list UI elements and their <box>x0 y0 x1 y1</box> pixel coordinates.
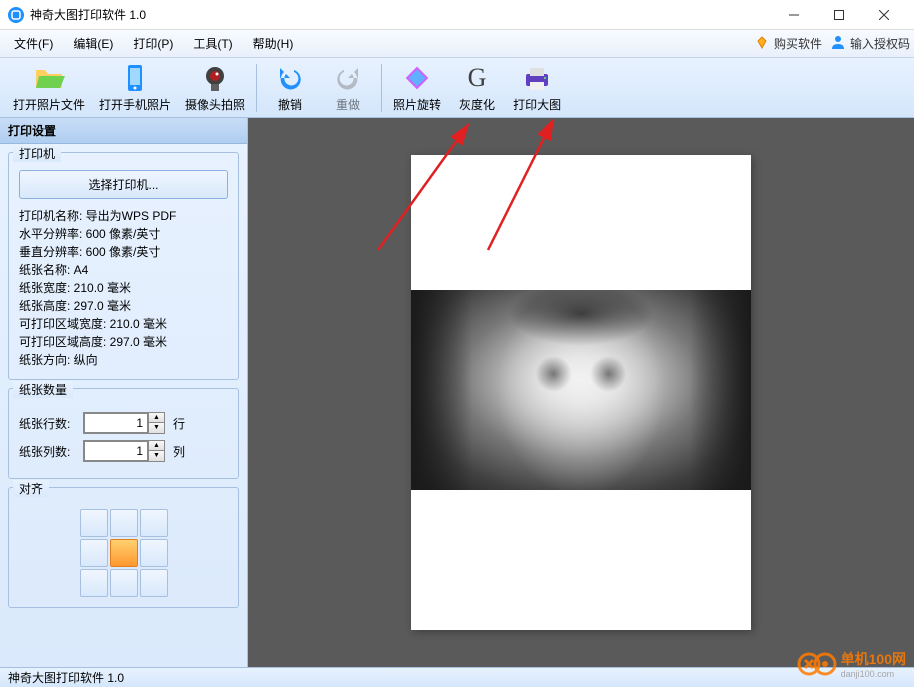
redo-icon <box>332 62 364 94</box>
cols-label: 纸张列数: <box>19 443 75 460</box>
select-printer-button[interactable]: 选择打印机... <box>19 170 228 199</box>
toolbar: 打开照片文件 打开手机照片 摄像头拍照 撤销 重做 照片旋转 G 灰度化 打印大… <box>0 58 914 118</box>
buy-software-link[interactable]: 购买软件 <box>754 34 822 53</box>
printer-name: 打印机名称: 导出为WPS PDF <box>19 207 228 225</box>
paper-width: 纸张宽度: 210.0 毫米 <box>19 279 228 297</box>
printer-icon <box>521 62 553 94</box>
camera-button[interactable]: 摄像头拍照 <box>178 60 252 116</box>
buy-label: 购买软件 <box>774 35 822 52</box>
paper-orientation: 纸张方向: 纵向 <box>19 351 228 369</box>
align-bottom-center[interactable] <box>110 569 138 597</box>
printer-panel-title: 打印机 <box>13 145 61 162</box>
align-grid <box>19 509 228 597</box>
menu-tools[interactable]: 工具(T) <box>183 31 242 56</box>
align-bottom-right[interactable] <box>140 569 168 597</box>
printer-vres: 垂直分辨率: 600 像素/英寸 <box>19 243 228 261</box>
align-middle-left[interactable] <box>80 539 108 567</box>
rotate-button[interactable]: 照片旋转 <box>386 60 448 116</box>
align-panel: 对齐 <box>8 487 239 608</box>
grayscale-icon: G <box>461 62 493 94</box>
rows-up-button[interactable]: ▲ <box>148 413 164 423</box>
maximize-button[interactable] <box>816 1 861 29</box>
paper-height: 纸张高度: 297.0 毫米 <box>19 297 228 315</box>
menu-print[interactable]: 打印(P) <box>123 31 183 56</box>
undo-button[interactable]: 撤销 <box>261 60 319 116</box>
user-icon <box>830 34 846 53</box>
main-area: 打印设置 打印机 选择打印机... 打印机名称: 导出为WPS PDF 水平分辨… <box>0 118 914 667</box>
print-big-button[interactable]: 打印大图 <box>506 60 568 116</box>
grayscale-button[interactable]: G 灰度化 <box>448 60 506 116</box>
statusbar: 神奇大图打印软件 1.0 <box>0 667 914 687</box>
align-top-center[interactable] <box>110 509 138 537</box>
cols-unit: 列 <box>173 443 185 460</box>
cols-input[interactable] <box>84 441 148 461</box>
paper-name: 纸张名称: A4 <box>19 261 228 279</box>
heart-icon <box>754 34 770 53</box>
watermark-logo-icon <box>797 652 837 676</box>
camera-icon <box>199 62 231 94</box>
align-panel-title: 对齐 <box>13 480 49 497</box>
phone-icon <box>119 62 151 94</box>
rows-down-button[interactable]: ▼ <box>148 423 164 433</box>
canvas-area[interactable] <box>248 118 914 667</box>
watermark-url: danji100.com <box>841 669 906 679</box>
photo-preview <box>411 290 751 490</box>
watermark: 单机100网 danji100.com <box>797 649 906 679</box>
rotate-icon <box>401 62 433 94</box>
status-text: 神奇大图打印软件 1.0 <box>8 669 124 686</box>
menubar: 文件(F) 编辑(E) 打印(P) 工具(T) 帮助(H) 购买软件 输入授权码 <box>0 30 914 58</box>
menu-help[interactable]: 帮助(H) <box>243 31 304 56</box>
redo-button[interactable]: 重做 <box>319 60 377 116</box>
printer-hres: 水平分辨率: 600 像素/英寸 <box>19 225 228 243</box>
open-file-button[interactable]: 打开照片文件 <box>6 60 92 116</box>
app-icon <box>8 7 24 23</box>
minimize-button[interactable] <box>771 1 816 29</box>
printer-panel: 打印机 选择打印机... 打印机名称: 导出为WPS PDF 水平分辨率: 60… <box>8 152 239 380</box>
sidebar-title: 打印设置 <box>0 118 247 144</box>
align-top-right[interactable] <box>140 509 168 537</box>
align-middle-right[interactable] <box>140 539 168 567</box>
printable-height: 可打印区域高度: 297.0 毫米 <box>19 333 228 351</box>
page-preview <box>411 155 751 630</box>
cols-up-button[interactable]: ▲ <box>148 441 164 451</box>
app-title: 神奇大图打印软件 1.0 <box>30 6 771 23</box>
rows-input[interactable] <box>84 413 148 433</box>
watermark-name: 单机100网 <box>841 649 906 669</box>
sidebar: 打印设置 打印机 选择打印机... 打印机名称: 导出为WPS PDF 水平分辨… <box>0 118 248 667</box>
quantity-panel: 纸张数量 纸张行数: ▲ ▼ 行 纸张列数: <box>8 388 239 479</box>
toolbar-separator <box>256 64 257 112</box>
quantity-panel-title: 纸张数量 <box>13 381 73 398</box>
undo-icon <box>274 62 306 94</box>
toolbar-separator <box>381 64 382 112</box>
cols-down-button[interactable]: ▼ <box>148 451 164 461</box>
menu-edit[interactable]: 编辑(E) <box>63 31 123 56</box>
rows-label: 纸张行数: <box>19 415 75 432</box>
svg-text:G: G <box>468 63 487 92</box>
printable-width: 可打印区域宽度: 210.0 毫米 <box>19 315 228 333</box>
align-bottom-left[interactable] <box>80 569 108 597</box>
titlebar: 神奇大图打印软件 1.0 <box>0 0 914 30</box>
open-phone-button[interactable]: 打开手机照片 <box>92 60 178 116</box>
menu-file[interactable]: 文件(F) <box>4 31 63 56</box>
align-top-left[interactable] <box>80 509 108 537</box>
enter-auth-link[interactable]: 输入授权码 <box>830 34 910 53</box>
folder-icon <box>33 62 65 94</box>
auth-label: 输入授权码 <box>850 35 910 52</box>
rows-unit: 行 <box>173 415 185 432</box>
close-button[interactable] <box>861 1 906 29</box>
align-middle-center[interactable] <box>110 539 138 567</box>
